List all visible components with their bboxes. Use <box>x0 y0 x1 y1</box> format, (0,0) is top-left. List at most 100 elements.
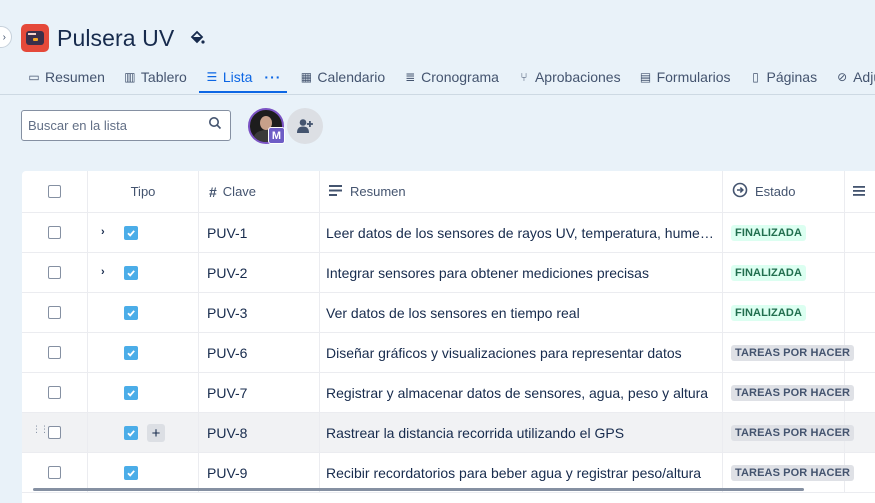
status-cell[interactable]: TAREAS POR HACER <box>723 453 855 492</box>
tab-resumen[interactable]: ▭ Resumen <box>21 64 111 93</box>
add-child-button[interactable]: + <box>147 424 165 442</box>
row-checkbox[interactable] <box>48 426 61 439</box>
avatar-badge: M <box>268 127 285 144</box>
row-checkbox[interactable] <box>48 466 61 479</box>
chevron-right-icon[interactable]: › <box>101 266 105 278</box>
issue-summary[interactable]: Ver datos de los sensores en tiempo real <box>320 293 722 333</box>
row-checkbox[interactable] <box>48 306 61 319</box>
row-checkbox[interactable] <box>48 266 61 279</box>
task-checkbox-icon <box>124 386 138 400</box>
tab-aprobaciones[interactable]: ⑂ Aprobaciones <box>511 64 627 93</box>
row-extra-cell <box>845 413 875 452</box>
key-cell: PUV-6 <box>199 333 320 372</box>
status-badge[interactable]: FINALIZADA <box>731 224 806 241</box>
tab-cronograma[interactable]: ≣ Cronograma <box>397 64 505 93</box>
task-checkbox-icon <box>124 426 138 440</box>
status-badge[interactable]: TAREAS POR HACER <box>731 464 855 481</box>
status-badge[interactable]: TAREAS POR HACER <box>731 344 855 361</box>
table-row[interactable]: PUV-6 Diseñar gráficos y visualizaciones… <box>22 333 875 373</box>
row-checkbox[interactable] <box>48 226 61 239</box>
chevron-right-icon[interactable]: › <box>101 226 105 238</box>
search-box[interactable] <box>21 110 231 141</box>
summary-cell[interactable]: Diseñar gráficos y visualizaciones para … <box>320 333 723 372</box>
tab-formularios[interactable]: ▤ Formularios <box>633 64 737 93</box>
table-row[interactable]: › PUV-1 Leer datos de los sensores de ra… <box>22 213 875 253</box>
search-icon[interactable] <box>208 116 222 135</box>
select-cell <box>22 453 88 492</box>
tab-label: Cronograma <box>421 69 499 85</box>
issue-key[interactable]: PUV-3 <box>199 305 247 321</box>
status-cell[interactable]: FINALIZADA <box>723 253 845 292</box>
type-cell <box>88 453 199 492</box>
status-badge[interactable]: TAREAS POR HACER <box>731 424 855 441</box>
status-cell[interactable]: TAREAS POR HACER <box>723 413 855 452</box>
paint-bucket-icon[interactable] <box>188 29 206 47</box>
more-options-icon[interactable]: ··· <box>264 69 281 85</box>
issue-summary[interactable]: Recibir recordatorios para beber agua y … <box>320 453 722 493</box>
header-more[interactable] <box>845 171 875 212</box>
tab-lista[interactable]: ☰ Lista ··· <box>198 64 288 93</box>
issue-summary[interactable]: Rastrear la distancia recorrida utilizan… <box>320 413 722 453</box>
status-badge[interactable]: FINALIZADA <box>731 264 806 281</box>
key-cell: PUV-3 <box>199 293 320 332</box>
summary-cell[interactable]: Rastrear la distancia recorrida utilizan… <box>320 413 723 452</box>
summary-icon: ▭ <box>28 70 40 84</box>
table-row[interactable]: ⋮⋮ + PUV-8 Rastrear la distancia recorri… <box>22 413 875 453</box>
status-cell[interactable]: TAREAS POR HACER <box>723 373 855 412</box>
header-resumen[interactable]: Resumen <box>320 171 723 212</box>
row-extra-cell <box>845 213 875 252</box>
issue-summary[interactable]: Leer datos de los sensores de rayos UV, … <box>320 213 722 253</box>
tab-paginas[interactable]: ▯ Páginas <box>743 64 824 93</box>
row-checkbox[interactable] <box>48 346 61 359</box>
tab-calendario[interactable]: ▦ Calendario <box>293 64 391 93</box>
project-avatar-icon[interactable] <box>21 24 49 52</box>
select-cell <box>22 213 88 252</box>
header-estado[interactable]: Estado <box>723 171 845 212</box>
issue-key[interactable]: PUV-2 <box>199 265 247 281</box>
type-cell <box>88 333 199 372</box>
summary-cell[interactable]: Ver datos de los sensores en tiempo real <box>320 293 723 332</box>
search-input[interactable] <box>28 118 208 133</box>
horizontal-scrollbar[interactable] <box>33 488 804 491</box>
status-badge[interactable]: TAREAS POR HACER <box>731 384 855 401</box>
status-cell[interactable]: FINALIZADA <box>723 293 845 332</box>
row-extra-cell <box>845 253 875 292</box>
issue-key[interactable]: PUV-9 <box>199 465 247 481</box>
issue-key[interactable]: PUV-8 <box>199 425 247 441</box>
sidebar-collapse-button[interactable]: › <box>0 26 12 48</box>
header-clave[interactable]: # Clave <box>199 171 320 212</box>
summary-cell[interactable]: Recibir recordatorios para beber agua y … <box>320 453 723 492</box>
row-checkbox[interactable] <box>48 386 61 399</box>
project-tabs: ▭ Resumen ▥ Tablero ☰ Lista ··· ▦ Calend… <box>21 64 875 94</box>
status-cell[interactable]: TAREAS POR HACER <box>723 333 855 372</box>
key-cell: PUV-8 <box>199 413 320 452</box>
type-cell: › <box>88 213 199 252</box>
status-badge[interactable]: FINALIZADA <box>731 304 806 321</box>
tab-label: Formularios <box>656 69 731 85</box>
tab-label: Páginas <box>766 69 818 85</box>
issue-key[interactable]: PUV-7 <box>199 385 247 401</box>
issue-key[interactable]: PUV-6 <box>199 345 247 361</box>
header-tipo[interactable]: Tipo <box>88 171 199 212</box>
table-row[interactable]: PUV-7 Registrar y almacenar datos de sen… <box>22 373 875 413</box>
status-cell[interactable]: FINALIZADA <box>723 213 845 252</box>
tab-tablero[interactable]: ▥ Tablero <box>117 64 193 93</box>
add-people-button[interactable] <box>287 108 323 144</box>
table-row[interactable]: PUV-3 Ver datos de los sensores en tiemp… <box>22 293 875 333</box>
select-cell: ⋮⋮ <box>22 413 88 452</box>
summary-cell[interactable]: Integrar sensores para obtener medicione… <box>320 253 723 292</box>
select-cell <box>22 373 88 412</box>
summary-cell[interactable]: Registrar y almacenar datos de sensores,… <box>320 373 723 412</box>
issue-summary[interactable]: Integrar sensores para obtener medicione… <box>320 253 722 293</box>
issue-key[interactable]: PUV-1 <box>199 225 247 241</box>
table-row[interactable]: › PUV-2 Integrar sensores para obtener m… <box>22 253 875 293</box>
summary-cell[interactable]: Leer datos de los sensores de rayos UV, … <box>320 213 723 252</box>
calendar-icon: ▦ <box>300 70 313 84</box>
issue-summary[interactable]: Registrar y almacenar datos de sensores,… <box>320 373 722 413</box>
issue-summary[interactable]: Diseñar gráficos y visualizaciones para … <box>320 333 722 373</box>
table-row[interactable]: PUV-9 Recibir recordatorios para beber a… <box>22 453 875 493</box>
tab-adjuntos[interactable]: ⊘ Adjuntos <box>829 64 875 93</box>
drag-handle-icon[interactable]: ⋮⋮ <box>32 425 49 434</box>
select-all-checkbox[interactable] <box>48 185 61 198</box>
add-person-icon <box>297 119 313 133</box>
